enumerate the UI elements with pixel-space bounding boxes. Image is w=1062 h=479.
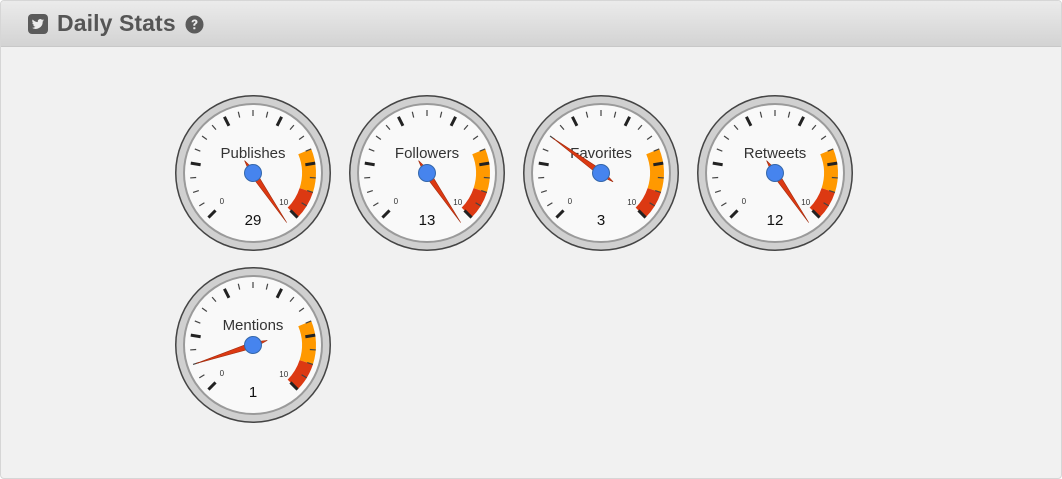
- gauge-label: Publishes: [220, 145, 285, 162]
- help-icon[interactable]: [185, 15, 204, 34]
- gauge-major-tick: [653, 161, 664, 167]
- gauge-needle-hub: [592, 164, 610, 182]
- gauge-label: Followers: [395, 145, 459, 162]
- gauge-major-tick: [479, 161, 490, 167]
- gauge-major-tick: [305, 333, 316, 339]
- gauge-major-tick: [190, 161, 201, 167]
- gauge-max-label: 10: [627, 198, 636, 207]
- gauge-dial: 0 10Favorites3: [523, 95, 679, 251]
- gauge-value: 1: [249, 384, 257, 401]
- panel-header: Daily Stats: [1, 1, 1061, 47]
- gauge-value: 13: [419, 212, 436, 229]
- gauge-publishes: 0 10 Publishes 29: [173, 93, 333, 253]
- gauge-label: Retweets: [744, 145, 807, 162]
- gauge-min-label: 0: [568, 197, 573, 206]
- gauge-max-label: 10: [279, 370, 288, 379]
- gauge-needle-hub: [244, 336, 262, 354]
- gauge-dial: 0 10 Publishes 29: [175, 95, 331, 251]
- gauge-min-label: 0: [742, 197, 747, 206]
- gauge-value: 3: [597, 212, 605, 229]
- gauge-mentions: 0 10 Mentions 1: [173, 265, 333, 425]
- gauge-dial: 0 10 Retweets 12: [697, 95, 853, 251]
- gauge-max-label: 10: [453, 198, 462, 207]
- gauge-major-tick: [538, 161, 549, 167]
- gauge-major-tick: [712, 161, 723, 167]
- daily-stats-panel: Daily Stats 0 10 Publishes 29 0 10 Followers 1…: [0, 0, 1062, 479]
- gauge-needle-hub: [766, 164, 784, 182]
- gauge-label: Mentions: [223, 317, 284, 334]
- gauge-dial: 0 10 Followers 13: [349, 95, 505, 251]
- gauge-major-tick: [827, 161, 838, 167]
- twitter-icon: [28, 13, 48, 34]
- gauge-followers: 0 10 Followers 13: [347, 93, 507, 253]
- gauge-needle-hub: [244, 164, 262, 182]
- gauge-max-label: 10: [801, 198, 810, 207]
- gauge-needle-hub: [418, 164, 436, 182]
- gauge-max-label: 10: [279, 198, 288, 207]
- gauge-retweets: 0 10 Retweets 12: [695, 93, 855, 253]
- gauge-value: 29: [245, 212, 262, 229]
- panel-title: Daily Stats: [57, 10, 176, 36]
- gauge-major-tick: [190, 333, 201, 339]
- gauge-major-tick: [305, 161, 316, 167]
- gauge-min-label: 0: [220, 369, 225, 378]
- gauge-min-label: 0: [220, 197, 225, 206]
- gauge-value: 12: [767, 212, 784, 229]
- gauge-min-label: 0: [394, 197, 399, 206]
- gauge-favorites: 0 10 Favorites 3: [521, 93, 681, 253]
- gauge-dial: 0 10 Mentions 1: [175, 267, 331, 423]
- gauge-major-tick: [364, 161, 375, 167]
